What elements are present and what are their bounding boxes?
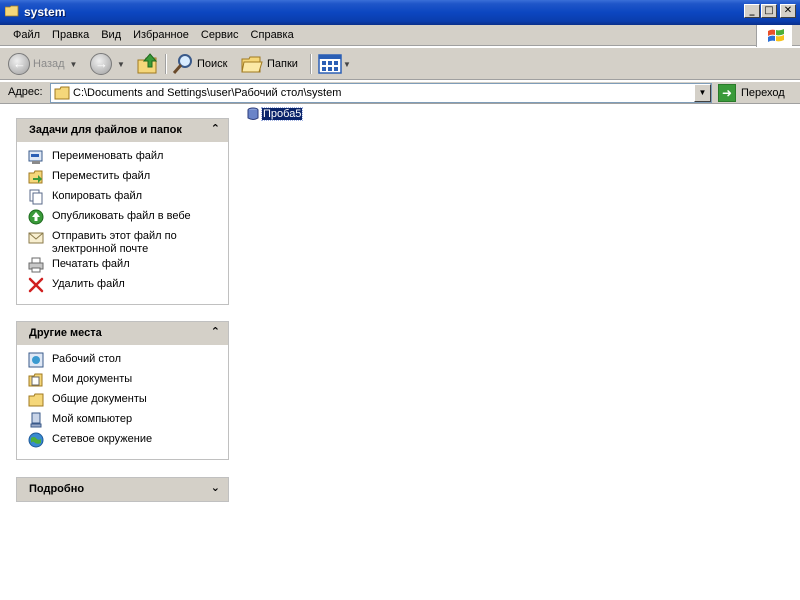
place-label: Мои документы [52,373,133,385]
task-delete-file[interactable]: Удалить файл [28,276,228,296]
address-label: Адрес: [8,86,43,98]
go-button[interactable]: ➜ Переход [718,83,785,103]
explorer-window: system _ □ ✕ Файл Правка Вид Избранное С… [0,0,800,600]
toolbar-separator [165,54,167,74]
place-shared-documents[interactable]: Общие документы [28,391,228,411]
task-move-file[interactable]: Переместить файл [28,168,228,188]
shared-documents-icon [28,393,44,407]
menu-bar: Файл Правка Вид Избранное Сервис Справка [0,25,800,47]
expand-icon[interactable]: ⌄ [211,481,220,494]
delete-icon [28,277,44,293]
title-bar[interactable]: system _ □ ✕ [0,0,800,25]
collapse-icon[interactable]: ⌃ [211,122,220,135]
task-pane: Задачи для файлов и папок ⌃ Переименоват… [0,105,244,600]
minimize-button[interactable]: _ [744,4,760,18]
file-item[interactable]: Проба5 [247,107,304,121]
file-tasks-header[interactable]: Задачи для файлов и папок ⌃ [17,119,228,142]
file-name: Проба5 [260,107,304,121]
place-label: Мой компьютер [52,413,133,425]
my-computer-icon [30,412,42,428]
place-label: Общие документы [52,393,147,405]
task-label: Опубликовать файл в вебе [52,210,191,222]
details-header[interactable]: Подробно ⌄ [17,478,228,501]
email-icon [28,232,44,244]
toolbar-separator [310,54,312,74]
forward-button[interactable]: → ▼ [90,52,125,76]
network-icon [28,432,44,448]
task-label: Переместить файл [52,170,151,182]
menu-tools[interactable]: Сервис [194,29,244,41]
task-label: Удалить файл [52,278,125,290]
details-title: Подробно [29,483,85,495]
search-icon [172,54,192,74]
close-button[interactable]: ✕ [780,4,796,18]
my-documents-icon [28,373,43,387]
search-label: Поиск [197,58,228,70]
menu-favorites[interactable]: Избранное [126,29,194,41]
folder-icon [54,86,70,100]
toolbar: ← Назад ▼ → ▼ Поиск Папки ▼ [0,47,800,80]
file-list[interactable]: Проба5 [244,105,800,600]
print-icon [28,257,44,273]
back-arrow-icon: ← [8,53,30,75]
windows-logo [756,25,792,47]
menu-edit[interactable]: Правка [45,29,94,41]
window-title: system [24,5,66,19]
windows-flag-icon [768,29,784,42]
folders-label: Папки [267,58,298,70]
task-copy-file[interactable]: Копировать файл [28,188,228,208]
place-my-documents[interactable]: Мои документы [28,371,228,391]
place-label: Сетевое окружение [52,433,153,445]
move-icon [28,170,43,184]
details-panel: Подробно ⌄ [16,477,229,502]
place-network[interactable]: Сетевое окружение [28,431,228,451]
rename-icon [28,150,43,164]
search-button[interactable]: Поиск [172,52,227,76]
database-file-icon [247,107,259,120]
menu-file[interactable]: Файл [6,29,45,41]
maximize-button[interactable]: □ [761,4,777,18]
file-tasks-panel: Задачи для файлов и папок ⌃ Переименоват… [16,118,229,305]
menu-view[interactable]: Вид [94,29,126,41]
task-label: Копировать файл [52,190,143,202]
copy-icon [29,189,43,205]
place-label: Рабочий стол [52,353,122,365]
task-publish-web[interactable]: Опубликовать файл в вебе [28,208,228,228]
go-label: Переход [741,87,785,99]
address-dropdown-icon[interactable]: ▼ [694,84,711,102]
address-value: C:\Documents and Settings\user\Рабочий с… [73,87,342,99]
back-label: Назад [33,58,65,70]
address-bar: Адрес: C:\Documents and Settings\user\Ра… [0,81,800,104]
forward-arrow-icon: → [90,53,112,75]
task-label: Переименовать файл [52,150,164,162]
folders-button[interactable]: Папки [240,52,298,76]
task-rename-file[interactable]: Переименовать файл [28,148,228,168]
go-arrow-icon: ➜ [718,84,736,102]
views-button[interactable]: ▼ [318,52,351,76]
folders-icon [241,56,263,73]
other-places-header[interactable]: Другие места ⌃ [17,322,228,345]
other-places-title: Другие места [29,327,102,339]
up-button[interactable] [136,52,160,76]
publish-web-icon [28,209,44,225]
back-button[interactable]: ← Назад ▼ [8,52,77,76]
task-email-file[interactable]: Отправить этот файл по электронной почте [28,228,228,256]
task-label: Печатать файл [52,258,130,270]
file-tasks-title: Задачи для файлов и папок [29,124,182,136]
views-icon [318,54,342,74]
folder-icon [5,5,19,17]
forward-dropdown-icon[interactable]: ▼ [117,60,125,69]
desktop-icon [28,352,44,368]
menu-help[interactable]: Справка [244,29,299,41]
task-print-file[interactable]: Печатать файл [28,256,228,276]
address-input[interactable]: C:\Documents and Settings\user\Рабочий с… [50,83,712,103]
folder-up-icon [137,53,158,74]
back-dropdown-icon[interactable]: ▼ [70,60,78,69]
views-dropdown-icon[interactable]: ▼ [343,60,351,69]
other-places-panel: Другие места ⌃ Рабочий стол Мои документ… [16,321,229,460]
place-my-computer[interactable]: Мой компьютер [28,411,228,431]
place-desktop[interactable]: Рабочий стол [28,351,228,371]
collapse-icon[interactable]: ⌃ [211,325,220,338]
task-label: Отправить этот файл по электронной почте [52,230,177,255]
